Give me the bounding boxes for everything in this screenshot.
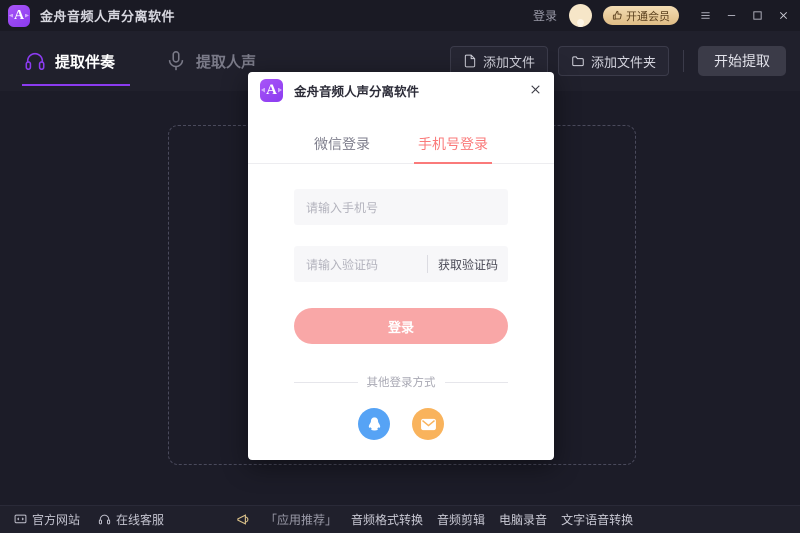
tab-label: 提取伴奏 (55, 53, 116, 71)
tab-extract-vocals[interactable]: 提取人声 (115, 31, 256, 91)
minimize-button[interactable] (718, 0, 744, 31)
social-login-row (294, 408, 508, 440)
maximize-button[interactable] (744, 0, 770, 31)
app-logo-letter: A (13, 7, 25, 23)
login-dialog-title: 金舟音频人声分离软件 (294, 84, 420, 99)
login-dialog-header: A 金舟音频人声分离软件 (248, 72, 554, 108)
get-verification-code-button[interactable]: 获取验证码 (428, 256, 508, 273)
phone-input[interactable]: 请输入手机号 (294, 199, 508, 216)
status-bar-recommendations: 「应用推荐」 音频格式转换 音频剪辑 电脑录音 文字语音转换 (236, 511, 633, 528)
hamburger-menu-button[interactable] (692, 0, 718, 31)
title-bar: A 金舟音频人声分离软件 登录 开通会员 (0, 0, 800, 31)
other-login-divider: 其他登录方式 (294, 374, 508, 390)
login-dialog: A 金舟音频人声分离软件 微信登录 手机号登录 请输入手机号 请输入验证码 获取… (248, 72, 554, 460)
megaphone-icon (237, 514, 249, 525)
tab-wechat-login-label: 微信登录 (314, 136, 370, 152)
online-service-link[interactable]: 在线客服 (98, 511, 164, 528)
thumbs-up-icon (612, 10, 622, 20)
hamburger-menu-icon (700, 12, 710, 19)
vip-upgrade-button[interactable]: 开通会员 (603, 6, 679, 25)
divider-line-left (294, 381, 358, 383)
add-file-label: 添加文件 (482, 54, 535, 70)
phone-input-wrapper[interactable]: 请输入手机号 (294, 189, 508, 225)
tab-phone-login[interactable]: 手机号登录 (414, 134, 492, 164)
qq-login-button[interactable] (358, 408, 390, 440)
vip-label: 开通会员 (626, 10, 670, 23)
app-logo-icon: A (8, 4, 30, 27)
login-link[interactable]: 登录 (533, 7, 557, 24)
code-input-wrapper[interactable]: 请输入验证码 获取验证码 (294, 246, 508, 282)
headphones-icon (25, 52, 45, 71)
headset-icon (98, 514, 111, 525)
qq-login-icon (368, 416, 380, 431)
login-submit-button[interactable]: 登录 (294, 308, 508, 344)
tab-label: 提取人声 (196, 53, 257, 71)
title-bar-right: 登录 开通会员 (533, 0, 800, 31)
tab-wechat-login[interactable]: 微信登录 (314, 134, 370, 163)
tab-phone-login-label: 手机号登录 (418, 136, 488, 152)
status-bar: 官方网站 在线客服 「应用推荐」 音频格式转换 音频剪辑 电脑录音 文字语音转换 (0, 505, 800, 533)
avatar[interactable] (569, 4, 592, 27)
minimize-icon (727, 15, 735, 16)
close-icon (779, 11, 787, 20)
recommend-label: 「应用推荐」 (265, 513, 338, 527)
verification-code-input[interactable]: 请输入验证码 (294, 256, 427, 273)
add-folder-button[interactable]: 添加文件夹 (557, 46, 669, 76)
tab-extract-accompaniment[interactable]: 提取伴奏 (0, 31, 131, 91)
dialog-logo-letter: A (266, 81, 277, 98)
login-submit-label: 登录 (387, 319, 414, 335)
link-computer-record[interactable]: 电脑录音 (499, 511, 547, 528)
window-controls (692, 0, 796, 31)
divider-line-right (444, 381, 508, 383)
start-extract-label: 开始提取 (714, 53, 770, 69)
official-site-link[interactable]: 官方网站 (14, 511, 80, 528)
online-service-label: 在线客服 (116, 513, 165, 527)
microphone-icon (168, 51, 184, 71)
login-method-tabs: 微信登录 手机号登录 (248, 134, 554, 164)
monitor-icon (14, 514, 27, 524)
folder-icon (572, 56, 584, 67)
official-site-label: 官方网站 (32, 513, 81, 527)
dialog-logo-icon: A (260, 78, 283, 102)
avatar-person-icon (577, 19, 584, 26)
app-title: 金舟音频人声分离软件 (40, 9, 176, 24)
start-extract-button[interactable]: 开始提取 (698, 46, 786, 76)
status-bar-left: 官方网站 在线客服 (0, 511, 164, 528)
toolbar-divider (683, 50, 684, 72)
dialog-close-button[interactable] (524, 78, 546, 100)
close-button[interactable] (770, 0, 796, 31)
link-audio-edit[interactable]: 音频剪辑 (437, 511, 485, 528)
link-text-to-speech[interactable]: 文字语音转换 (561, 511, 633, 528)
email-login-icon (420, 418, 436, 430)
add-folder-label: 添加文件夹 (590, 54, 656, 70)
close-icon (530, 84, 540, 94)
maximize-icon (752, 11, 762, 20)
link-audio-format-convert[interactable]: 音频格式转换 (351, 511, 423, 528)
file-icon (464, 54, 476, 68)
app-window: A 金舟音频人声分离软件 登录 开通会员 提取伴奏 提取人声 添加文件 添加文件… (0, 0, 800, 533)
email-login-button[interactable] (412, 408, 444, 440)
other-login-label: 其他登录方式 (366, 377, 436, 389)
